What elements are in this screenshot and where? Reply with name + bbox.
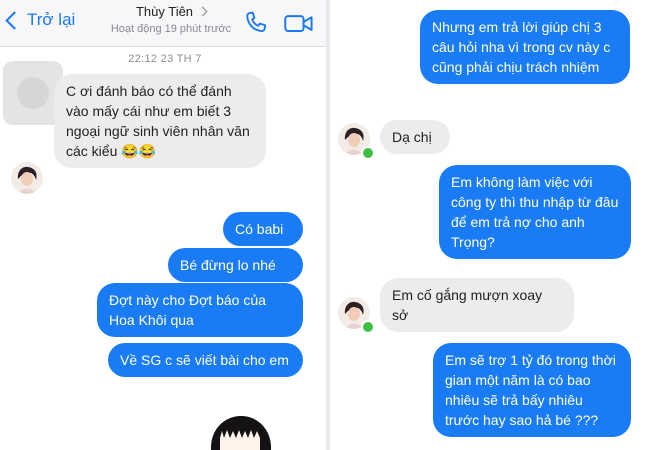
sent-message-bubble[interactable]: Về SG c sẽ viết bài cho em	[108, 343, 303, 377]
sent-message-bubble[interactable]: Đợt này cho Đợt báo của Hoa Khôi qua	[97, 283, 303, 337]
chevron-right-icon	[197, 6, 208, 17]
received-message-bubble[interactable]: Dạ chị	[380, 120, 450, 154]
online-dot-icon	[361, 146, 375, 160]
online-dot-icon	[361, 320, 375, 334]
contact-name-row: Thùy Tiên	[96, 4, 246, 19]
chat-header: Trở lại Thùy Tiên Hoạt động 19 phút trướ…	[0, 0, 326, 47]
phone-icon[interactable]	[242, 9, 270, 42]
received-message-bubble[interactable]: Em cố gắng mượn xoay sở	[380, 278, 574, 332]
message-timestamp: 22:12 23 TH 7	[128, 53, 202, 65]
contact-name: Thùy Tiên	[135, 4, 194, 19]
sent-message-bubble[interactable]: Em không làm việc với công ty thì thu nh…	[439, 165, 631, 259]
right-chat-panel: Nhưng em trả lời giúp chị 3 câu hỏi nha …	[330, 0, 650, 450]
contact-status: Hoạt động 19 phút trước	[110, 23, 232, 35]
sent-message-bubble[interactable]: Nhưng em trả lời giúp chị 3 câu hỏi nha …	[420, 10, 630, 84]
avatar-icon[interactable]	[11, 162, 43, 194]
sent-message-bubble[interactable]: Em sẽ trợ 1 tỷ đó trong thời gian một nă…	[433, 343, 631, 437]
received-message-bubble[interactable]: C ơi đánh báo có thể đánh vào mấy cái nh…	[54, 74, 266, 168]
sent-message-bubble[interactable]: Có babi	[223, 212, 303, 246]
contact-info[interactable]: Thùy Tiên Hoạt động 19 phút trước	[96, 4, 246, 35]
back-chevron-icon	[5, 11, 24, 30]
back-button[interactable]: Trở lại	[5, 10, 76, 30]
sent-message-bubble[interactable]: Bé đừng lo nhé	[168, 248, 303, 282]
video-camera-icon[interactable]	[283, 9, 315, 42]
left-chat-panel: Trở lại Thùy Tiên Hoạt động 19 phút trướ…	[0, 0, 326, 450]
back-label: Trở lại	[27, 10, 76, 29]
sticker-icon[interactable]	[206, 410, 276, 450]
